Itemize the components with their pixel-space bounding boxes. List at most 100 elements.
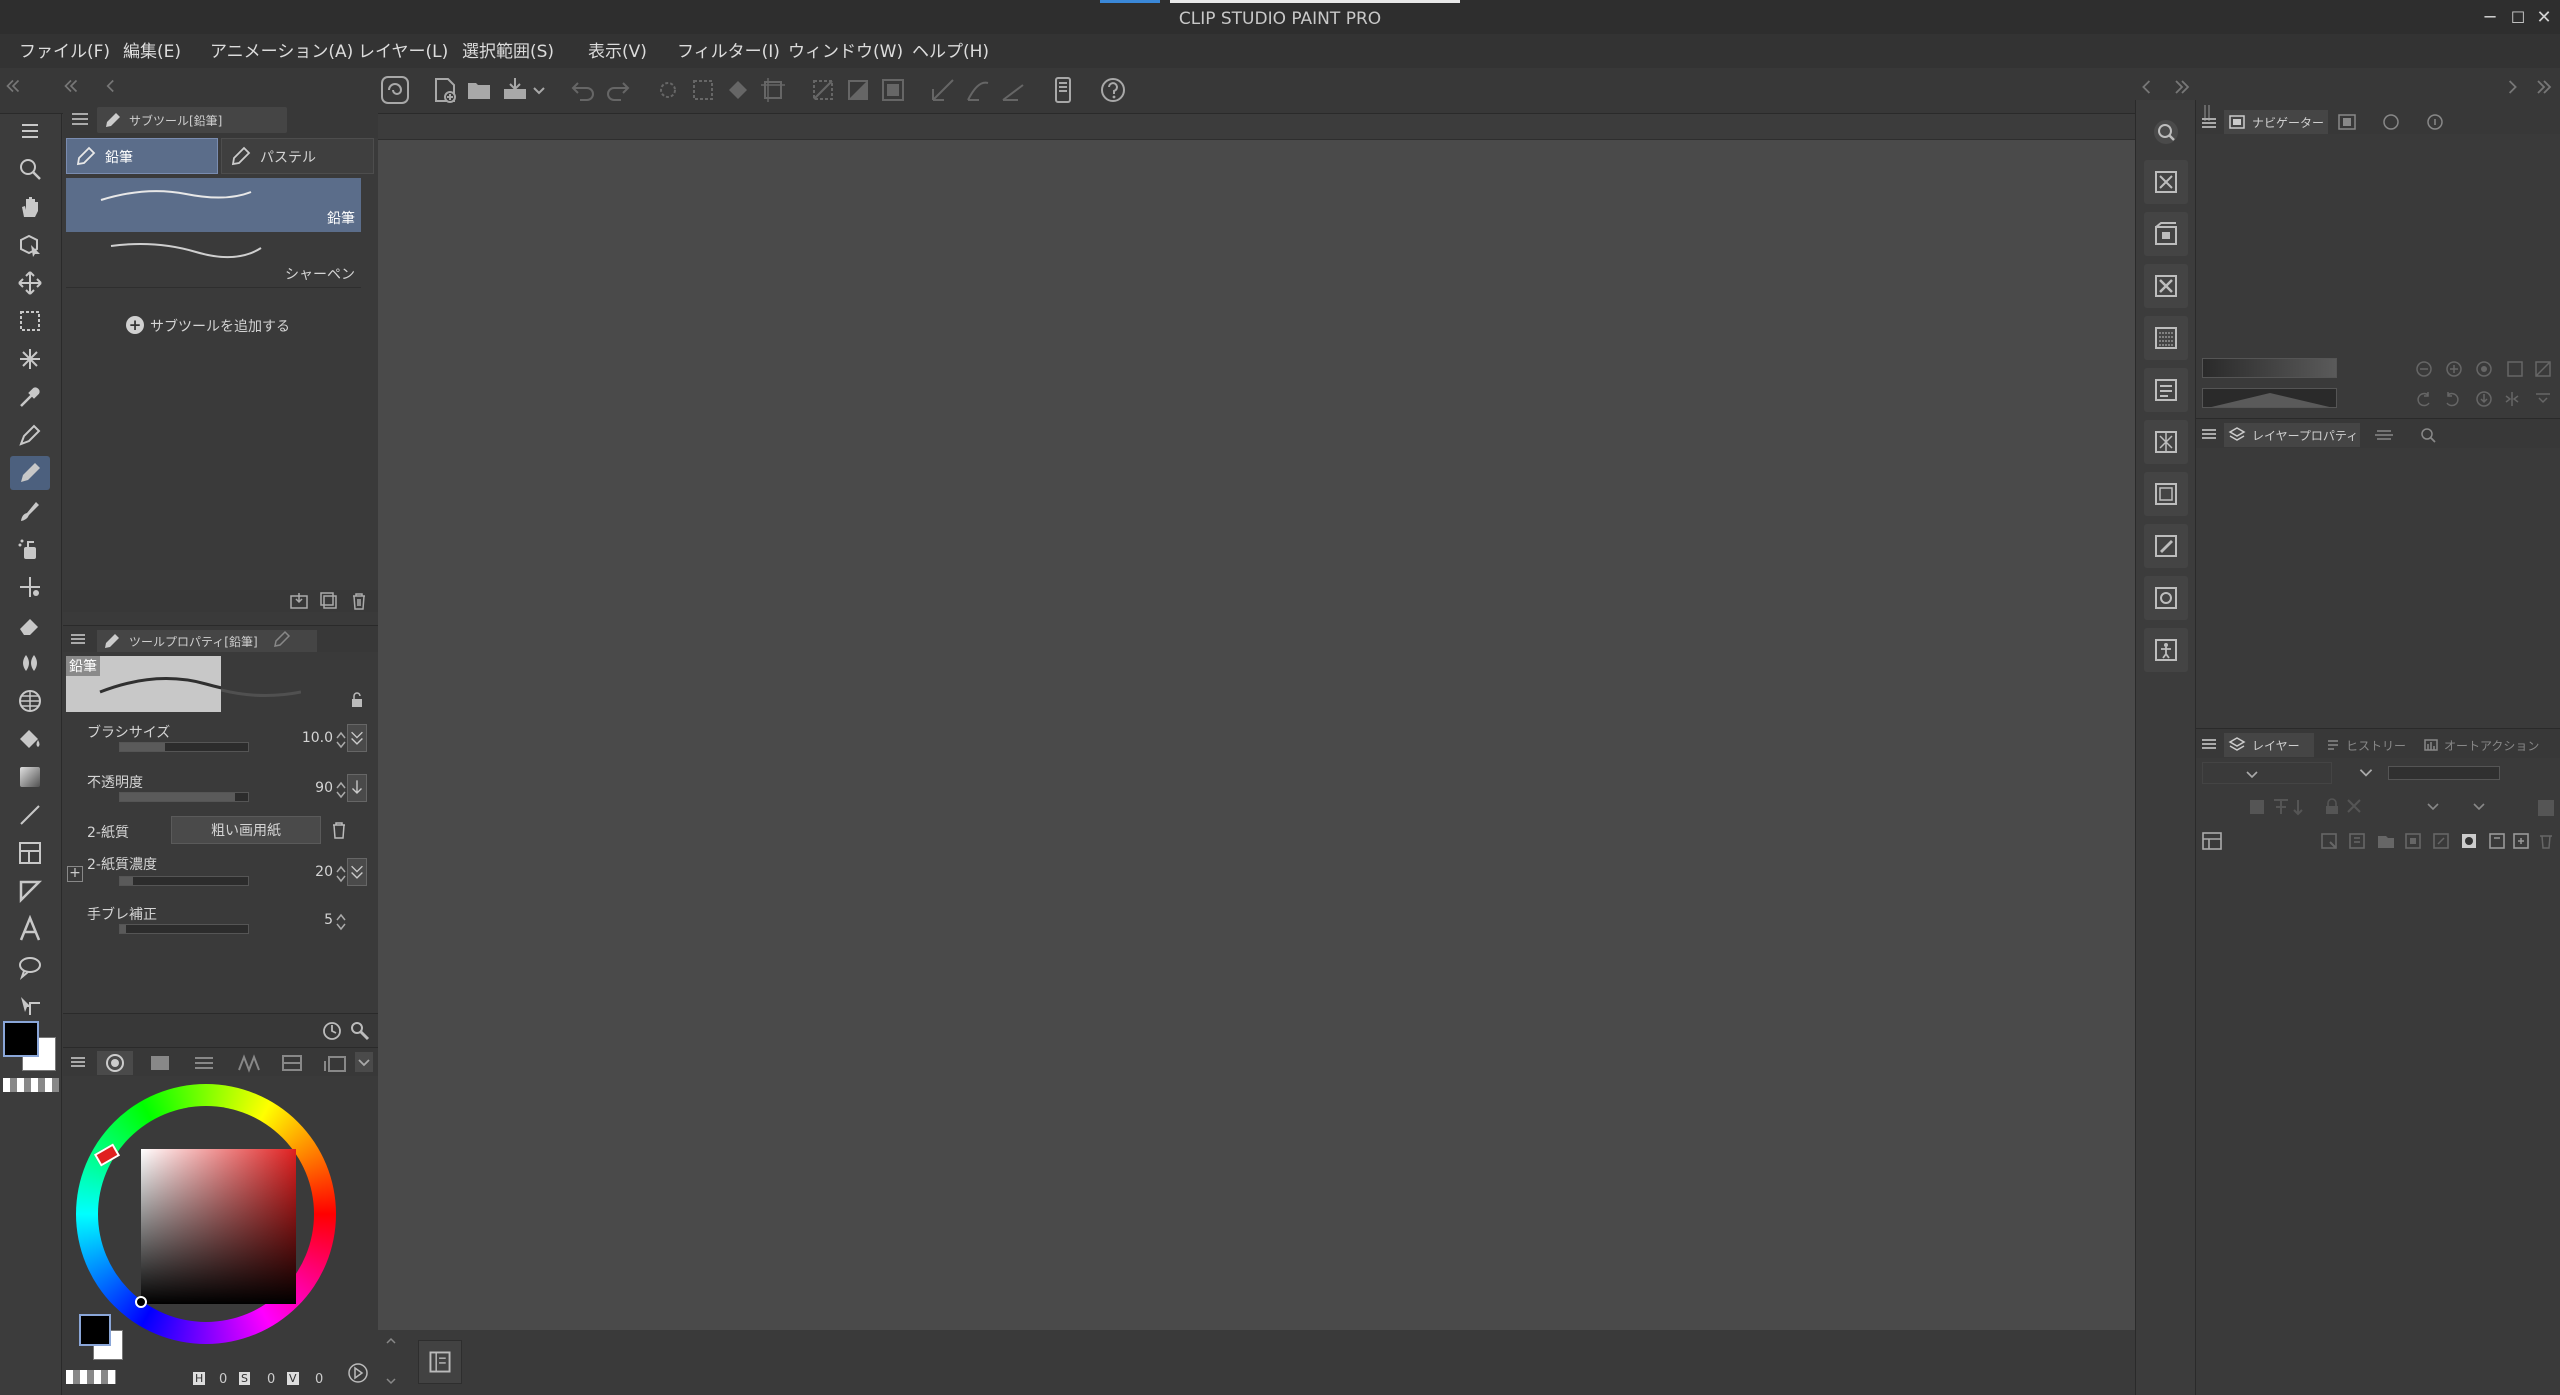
material-close-icon[interactable] [2144,264,2188,308]
layer-property-tab[interactable]: レイヤープロパティ [2224,423,2360,447]
invert-selection-icon[interactable] [843,75,873,105]
pressure-icon[interactable] [347,724,367,752]
balloon-material-icon[interactable] [2144,524,2188,568]
redo-icon[interactable] [603,75,633,105]
opacity-pressure-icon[interactable] [347,774,367,802]
clear-icon[interactable] [653,75,683,105]
lock-icon[interactable] [349,692,365,708]
opacity-dropdown-icon[interactable] [2356,762,2376,784]
move-tool-icon[interactable] [10,266,50,300]
sv-marker[interactable] [135,1296,147,1308]
ruler-snap-icon[interactable] [928,75,958,105]
stabilization-slider[interactable] [119,924,249,934]
color-slider-tab-icon[interactable] [143,1051,177,1075]
menu-help[interactable]: ヘルプ(H) [912,34,989,68]
fill-icon[interactable] [723,75,753,105]
trash-icon[interactable] [329,820,349,840]
undo-icon[interactable] [568,75,598,105]
menu-view[interactable]: 表示(V) [588,34,647,68]
maximize-button[interactable]: ☐ [2504,4,2532,32]
layer-tab[interactable]: レイヤー [2224,733,2314,757]
spin-icon[interactable] [335,864,347,884]
panel-menu-icon[interactable] [2200,735,2218,753]
ruler-tool-icon[interactable] [10,874,50,908]
reset-icon[interactable] [321,1020,343,1042]
blend-tool-icon[interactable] [10,646,50,680]
gradient-tool-icon[interactable] [10,760,50,794]
menu-window[interactable]: ウィンドウ(W) [788,34,903,68]
transform-icon[interactable] [758,75,788,105]
spin-icon[interactable] [335,780,347,800]
paper-texture-button[interactable]: 粗い画用紙 [171,816,321,844]
layer-view-icon[interactable] [2200,830,2224,852]
eyedropper-tool-icon[interactable] [10,380,50,414]
airbrush-tool-icon[interactable] [10,532,50,566]
zoom-tool-icon[interactable] [10,152,50,186]
new-file-icon[interactable] [430,75,460,105]
color-wheel-tab-icon[interactable] [97,1051,133,1075]
open-folder-icon[interactable] [465,75,495,105]
subtool-group-pastel[interactable]: パステル [221,138,374,174]
show-selection-icon[interactable] [878,75,908,105]
hand-tool-icon[interactable] [10,190,50,224]
tool-menu-icon[interactable] [10,114,50,148]
menu-layer[interactable]: レイヤー(L) [358,34,448,68]
subtool-group-pencil[interactable]: 鉛筆 [66,138,218,174]
special-ruler-snap-icon[interactable] [963,75,993,105]
deselect-icon[interactable] [808,75,838,105]
eraser-tool-icon[interactable] [10,608,50,642]
pattern-material-icon[interactable] [2144,368,2188,412]
scroll-down-icon[interactable] [384,1374,398,1388]
manga-material-icon[interactable] [2144,472,2188,516]
text-tool-icon[interactable] [10,912,50,946]
intermediate-color-tab-icon[interactable] [231,1051,265,1075]
fill-tool-icon[interactable] [10,722,50,756]
decoration-tool-icon[interactable] [10,570,50,604]
subtool-tab[interactable]: サブツール[鉛筆] [97,107,287,133]
auto-select-tool-icon[interactable] [10,342,50,376]
scroll-up-icon[interactable] [384,1334,398,1348]
clear-outside-icon[interactable] [688,75,718,105]
minimize-button[interactable]: ─ [2476,4,2504,32]
navigator-toggle-icon[interactable] [418,1340,462,1384]
paper-density-value[interactable]: 20 [273,864,333,880]
pencil-tool-icon[interactable] [10,456,50,490]
menu-file[interactable]: ファイル(F) [19,34,110,68]
layer-search-tab-icon[interactable] [2416,425,2440,445]
color-set-tab-icon[interactable] [187,1051,221,1075]
close-button[interactable]: ✕ [2530,4,2558,32]
subtool-item-sharp-pencil[interactable]: シャーペン [66,234,361,288]
blend-mode-select[interactable] [2202,762,2332,784]
menu-edit[interactable]: 編集(E) [123,34,181,68]
density-pressure-icon[interactable] [347,858,367,886]
material-icon[interactable] [2144,160,2188,204]
subtool-item-pencil[interactable]: 鉛筆 [66,178,361,232]
opacity-value[interactable]: 90 [273,780,333,796]
copy-subtool-icon[interactable] [319,592,339,610]
delete-subtool-icon[interactable] [349,592,369,610]
balloon-tool-icon[interactable] [10,950,50,984]
tab-dropdown-icon[interactable] [355,1052,373,1072]
panel-menu-icon[interactable] [69,630,87,648]
add-subtool-button[interactable]: + サブツールを追加する [126,314,326,338]
expand-plus-icon[interactable]: + [67,866,83,882]
collapse-left-icon[interactable] [2,75,24,105]
panel-menu-icon[interactable] [69,108,91,130]
rotate-slider[interactable] [2202,388,2337,408]
save-dropdown-icon[interactable] [530,75,548,105]
zoom-slider[interactable] [2202,358,2337,378]
import-subtool-icon[interactable] [289,592,309,610]
mini-main-color[interactable] [79,1314,111,1346]
tone-material-icon[interactable] [2144,316,2188,360]
edit-tool-icon[interactable] [273,630,291,648]
opacity-slider[interactable] [119,792,249,802]
grid-snap-icon[interactable] [998,75,1028,105]
image-material-icon[interactable] [2144,420,2188,464]
color-mode-icon[interactable] [347,1362,369,1384]
color-history-tab-icon[interactable] [319,1051,353,1075]
pen-tool-icon[interactable] [10,418,50,452]
animation-cels-tab-icon[interactable] [2372,425,2396,445]
auto-action-tab[interactable]: オートアクション [2418,733,2558,757]
subview-tab-icon[interactable] [2336,112,2358,132]
panel-menu-icon[interactable] [69,1053,87,1071]
